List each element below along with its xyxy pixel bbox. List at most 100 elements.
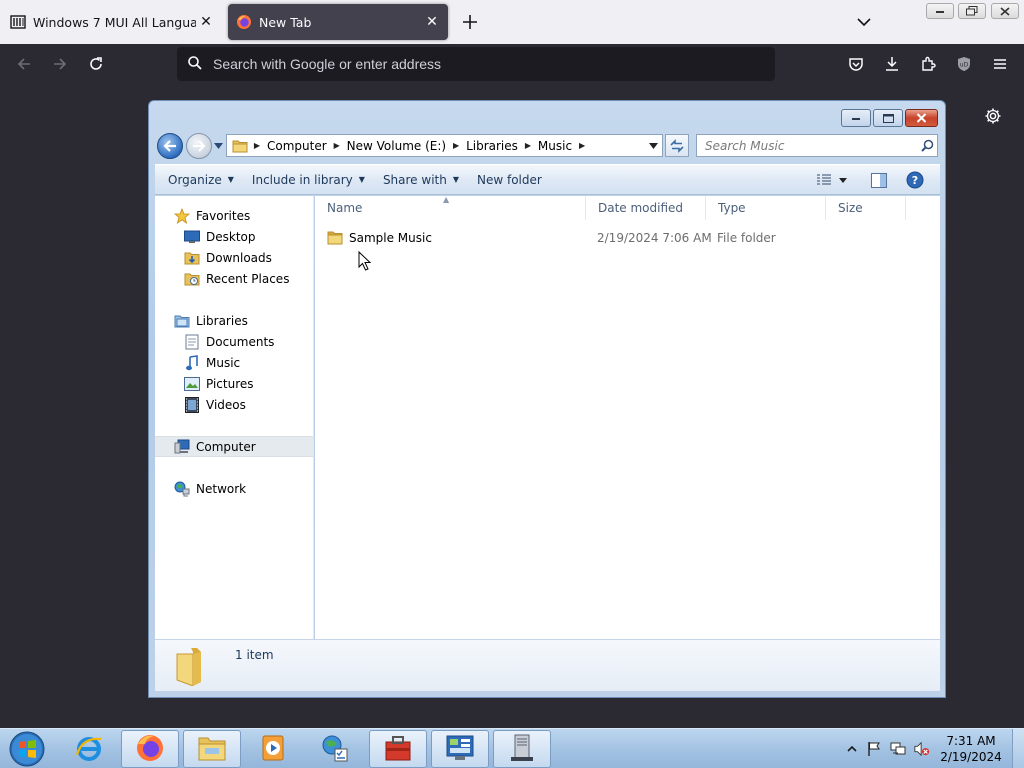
nav-desktop[interactable]: Desktop: [155, 226, 313, 247]
taskbar-toolbox[interactable]: [369, 730, 427, 768]
taskbar-media-player[interactable]: [244, 730, 302, 768]
organize-button[interactable]: Organize ▼: [159, 168, 243, 192]
nav-libraries[interactable]: Libraries: [155, 310, 313, 331]
nav-label: Computer: [196, 439, 256, 454]
change-view-button[interactable]: [811, 168, 853, 192]
command-bar: Organize ▼ Include in library ▼ Share with…: [155, 164, 940, 195]
explorer-back-button[interactable]: [157, 133, 183, 159]
list-all-tabs-button[interactable]: [852, 10, 876, 34]
navigation-pane: Favorites Desktop Downloads Recent Place…: [155, 196, 314, 639]
include-in-library-button[interactable]: Include in library ▼: [243, 168, 374, 192]
pocket-icon[interactable]: [844, 52, 868, 76]
folder-icon: [230, 135, 250, 156]
explorer-maximize-button[interactable]: [873, 109, 903, 127]
folder-icon: [327, 230, 343, 246]
taskbar-file-explorer[interactable]: [183, 730, 241, 768]
breadcrumb-arrow-icon[interactable]: ▶: [449, 141, 463, 150]
network-status-icon[interactable]: [890, 741, 906, 757]
minimize-button[interactable]: [926, 3, 954, 19]
explorer-close-button[interactable]: [905, 109, 938, 127]
ublock-origin-icon[interactable]: uD: [952, 52, 976, 76]
downloads-icon[interactable]: [880, 52, 904, 76]
column-header-date-modified[interactable]: Date modified: [586, 196, 706, 220]
share-with-button[interactable]: Share with ▼: [374, 168, 468, 192]
details-pane: 1 item: [155, 639, 940, 691]
clock-time[interactable]: 7:31 AM: [936, 734, 1006, 748]
breadcrumb-music[interactable]: Music: [535, 139, 575, 153]
volume-muted-icon[interactable]: [914, 741, 930, 757]
taskbar-control-panel[interactable]: [431, 730, 489, 768]
tab-new-tab[interactable]: New Tab ✕: [228, 4, 448, 40]
close-button[interactable]: [991, 3, 1019, 19]
breadcrumb-computer[interactable]: Computer: [264, 139, 330, 153]
column-label: Size: [838, 201, 863, 215]
search-music-input[interactable]: Search Music: [696, 134, 938, 157]
address-history-dropdown-icon[interactable]: [645, 135, 661, 156]
column-headers: ▲ Name Date modified Type Size: [315, 195, 940, 220]
sort-ascending-icon: ▲: [443, 195, 450, 204]
folder-icon: [171, 646, 211, 687]
address-bar[interactable]: ▶ Computer ▶ New Volume (E:) ▶ Libraries…: [226, 134, 663, 157]
recent-locations-chevron-icon[interactable]: [213, 141, 223, 151]
refresh-button[interactable]: [665, 134, 689, 157]
taskbar-internet-explorer[interactable]: [60, 730, 118, 768]
nav-pictures[interactable]: Pictures: [155, 373, 313, 394]
nav-documents[interactable]: Documents: [155, 331, 313, 352]
taskbar-server-manager[interactable]: [493, 730, 551, 768]
url-bar[interactable]: Search with Google or enter address: [177, 47, 775, 81]
nav-label: Libraries: [196, 313, 248, 328]
breadcrumb-arrow-icon[interactable]: ▶: [250, 141, 264, 150]
forward-button[interactable]: [48, 52, 72, 76]
show-hidden-icons-chevron-icon[interactable]: [844, 741, 860, 757]
extensions-icon[interactable]: [916, 52, 940, 76]
breadcrumb-arrow-icon[interactable]: ▶: [330, 141, 344, 150]
search-icon[interactable]: [917, 139, 937, 152]
close-tab-icon[interactable]: ✕: [422, 12, 442, 32]
new-folder-button[interactable]: New folder: [468, 168, 551, 192]
restore-button[interactable]: [958, 3, 986, 19]
nav-music[interactable]: Music: [155, 352, 313, 373]
reload-button[interactable]: [84, 52, 108, 76]
tab-windows7-mui[interactable]: Windows 7 MUI All Language P ✕: [0, 4, 222, 40]
preview-pane-button[interactable]: [867, 168, 891, 192]
mouse-cursor-icon: [358, 250, 372, 272]
nav-favorites[interactable]: Favorites: [155, 205, 313, 226]
start-button[interactable]: [6, 730, 48, 768]
nav-network[interactable]: Network: [155, 478, 313, 499]
breadcrumb-libraries[interactable]: Libraries: [463, 139, 521, 153]
explorer-forward-button[interactable]: [186, 133, 212, 159]
breadcrumb-new-volume[interactable]: New Volume (E:): [344, 139, 449, 153]
close-tab-icon[interactable]: ✕: [196, 12, 216, 32]
nav-videos[interactable]: Videos: [155, 394, 313, 415]
action-center-flag-icon[interactable]: [866, 741, 882, 757]
menu-icon[interactable]: [988, 52, 1012, 76]
item-count: 1 item: [235, 648, 274, 662]
file-list: ▲ Name Date modified Type Size Sample Mu…: [315, 195, 940, 639]
nav-computer[interactable]: Computer: [155, 436, 313, 457]
back-button[interactable]: [12, 52, 36, 76]
column-header-size[interactable]: Size: [826, 196, 906, 220]
nav-label: Downloads: [206, 250, 272, 265]
clock-date[interactable]: 2/19/2024: [936, 750, 1006, 764]
nav-recent-places[interactable]: Recent Places: [155, 268, 313, 289]
column-header-type[interactable]: Type: [706, 196, 826, 220]
server-icon: [507, 733, 537, 766]
breadcrumb-arrow-icon[interactable]: ▶: [575, 141, 589, 150]
taskbar-firefox[interactable]: [121, 730, 179, 768]
file-row-sample-music[interactable]: Sample Music 2/19/2024 7:06 AM File fold…: [327, 227, 927, 249]
toolbox-icon: [383, 734, 413, 765]
new-tab-button[interactable]: [458, 10, 482, 34]
show-desktop-button[interactable]: [1012, 729, 1024, 768]
network-icon: [174, 481, 190, 497]
gear-icon[interactable]: [981, 104, 1005, 128]
file-explorer-icon: [197, 734, 227, 765]
explorer-minimize-button[interactable]: [841, 109, 871, 127]
taskbar-network-settings[interactable]: [306, 730, 364, 768]
nav-downloads[interactable]: Downloads: [155, 247, 313, 268]
file-name: Sample Music: [349, 231, 432, 245]
chevron-down-icon: ▼: [358, 175, 365, 184]
explorer-window: ▶ Computer ▶ New Volume (E:) ▶ Libraries…: [148, 100, 946, 698]
help-icon[interactable]: ?: [903, 168, 927, 192]
column-header-name[interactable]: ▲ Name: [315, 195, 586, 220]
breadcrumb-arrow-icon[interactable]: ▶: [521, 141, 535, 150]
